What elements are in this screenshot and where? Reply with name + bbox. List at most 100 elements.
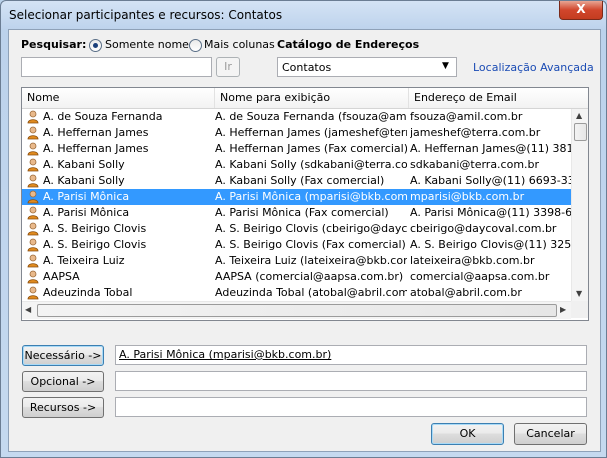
chevron-down-icon: ▼	[442, 61, 449, 71]
scroll-left-icon[interactable]: ◀	[25, 305, 31, 314]
optional-button[interactable]: Opcional ->	[22, 371, 104, 392]
scroll-down-icon[interactable]: ▼	[576, 289, 582, 298]
cell-name: A. Kabani Solly	[43, 158, 125, 171]
cell-email: A. Heffernan James@(11) 3819-	[410, 142, 571, 155]
cell-email: A. Parisi Mônica@(11) 3398-6846	[410, 206, 571, 219]
optional-field[interactable]	[115, 371, 587, 391]
address-book-label: Catálogo de Endereços	[277, 38, 420, 51]
scroll-corner	[571, 301, 588, 318]
table-row[interactable]: A. Kabani Solly A. Kabani Solly (sdkabani…	[22, 157, 571, 173]
window-title: Selecionar participantes e recursos: Con…	[9, 8, 283, 22]
table-row[interactable]: A. S. Beirigo Clovis A. S. Beirigo Clovis…	[22, 221, 571, 237]
cell-display-name: A. Heffernan James (jameshef@terra.com.b…	[215, 126, 407, 139]
table-row[interactable]: AAPSA AAPSA (comercial@aapsa.com.br) comer…	[22, 269, 571, 285]
table-row[interactable]: A. de Souza Fernanda A. de Souza Fernanda…	[22, 109, 571, 125]
advanced-find-link[interactable]: Localização Avançada	[473, 61, 594, 74]
cell-name: A. Parisi Mônica	[43, 190, 130, 203]
person-icon	[27, 238, 39, 252]
cell-display-name: AAPSA (comercial@aapsa.com.br)	[215, 270, 404, 283]
cell-display-name: A. Kabani Solly (sdkabani@terra.com.br)	[215, 158, 407, 171]
cell-name: A. Kabani Solly	[43, 174, 125, 187]
list-header: Nome Nome para exibição Endereço de Emai…	[22, 88, 588, 109]
resources-field[interactable]	[115, 397, 587, 417]
person-icon	[27, 190, 39, 204]
cell-name: A. Teixeira Luiz	[43, 254, 125, 267]
scroll-up-icon[interactable]: ▲	[576, 111, 582, 120]
cell-display-name: A. Kabani Solly (Fax comercial)	[215, 174, 385, 187]
cell-email: lateixeira@bkb.com.br	[410, 254, 535, 267]
cell-display-name: A. S. Beirigo Clovis (cbeirigo@daycoval.…	[215, 222, 407, 235]
cell-display-name: Adeuzinda Tobal (atobal@abril.com.br)	[215, 286, 407, 299]
person-icon	[27, 142, 39, 156]
person-icon	[27, 286, 39, 300]
column-header-display-name[interactable]: Nome para exibição	[215, 88, 409, 108]
cell-display-name: A. S. Beirigo Clovis (Fax comercial)	[215, 238, 406, 251]
vertical-scrollbar[interactable]: ▲ ▼	[571, 109, 588, 301]
table-row[interactable]: A. S. Beirigo Clovis A. S. Beirigo Clovis…	[22, 237, 571, 253]
go-button[interactable]: Ir	[216, 57, 240, 77]
contacts-list[interactable]: Nome Nome para exibição Endereço de Emai…	[21, 87, 589, 321]
column-header-email[interactable]: Endereço de Email	[409, 88, 588, 108]
cell-email: sdkabani@terra.com.br	[410, 158, 540, 171]
horizontal-scrollbar[interactable]: ◀ ▶	[22, 301, 571, 319]
search-input[interactable]	[21, 57, 212, 77]
ok-button[interactable]: OK	[431, 423, 504, 445]
radio-name-only[interactable]	[89, 39, 102, 52]
cell-display-name: A. Heffernan James (Fax comercial)	[215, 142, 407, 155]
dialog-client: Pesquisar: Somente nome Mais colunas Cat…	[8, 29, 601, 452]
person-icon	[27, 270, 39, 284]
radio-more-columns[interactable]	[189, 39, 202, 52]
cell-email: comercial@aapsa.com.br	[410, 270, 550, 283]
table-row[interactable]: A. Teixeira Luiz A. Teixeira Luiz (lateix…	[22, 253, 571, 269]
cell-display-name: A. Parisi Mônica (mparisi@bkb.com.br)	[215, 190, 407, 203]
person-icon	[27, 110, 39, 124]
cell-name: A. de Souza Fernanda	[43, 110, 163, 123]
person-icon	[27, 126, 39, 140]
cell-name: A. Heffernan James	[43, 126, 149, 139]
person-icon	[27, 206, 39, 220]
required-button[interactable]: Necessário ->	[22, 345, 104, 366]
title-bar[interactable]: Selecionar participantes e recursos: Con…	[1, 1, 606, 29]
close-button[interactable]: X	[559, 1, 603, 20]
person-icon	[27, 254, 39, 268]
cell-email: jameshef@terra.com.br	[410, 126, 541, 139]
scroll-right-icon[interactable]: ▶	[560, 305, 566, 314]
cell-email: mparisi@bkb.com.br	[410, 190, 525, 203]
cell-email: fsouza@amil.com.br	[410, 110, 523, 123]
table-row[interactable]: Adeuzinda Tobal Adeuzinda Tobal (atobal@a…	[22, 285, 571, 301]
person-icon	[27, 174, 39, 188]
table-row[interactable]: A. Parisi Mônica A. Parisi Mônica (Fax co…	[22, 205, 571, 221]
column-header-name[interactable]: Nome	[22, 88, 215, 108]
cell-name: A. Heffernan James	[43, 142, 149, 155]
radio-more-columns-label[interactable]: Mais colunas	[204, 38, 275, 51]
table-row[interactable]: A. Heffernan James A. Heffernan James (ja…	[22, 125, 571, 141]
cell-display-name: A. Teixeira Luiz (lateixeira@bkb.com.br)	[215, 254, 407, 267]
list-rows: A. de Souza Fernanda A. de Souza Fernanda…	[22, 109, 571, 301]
radio-name-only-label[interactable]: Somente nome	[105, 38, 189, 51]
cell-email: A. S. Beirigo Clovis@(11) 3258-4	[410, 238, 571, 251]
cell-email: atobal@abril.com.br	[410, 286, 522, 299]
vertical-scroll-thumb[interactable]	[574, 123, 587, 141]
cell-name: AAPSA	[43, 270, 80, 283]
cell-display-name: A. de Souza Fernanda (fsouza@amil.com.br…	[215, 110, 407, 123]
cell-name: A. S. Beirigo Clovis	[43, 222, 147, 235]
search-label: Pesquisar:	[21, 38, 87, 51]
address-book-selected: Contatos	[282, 61, 332, 74]
cell-name: A. Parisi Mônica	[43, 206, 130, 219]
cancel-button[interactable]: Cancelar	[514, 423, 587, 445]
cell-email: A. Kabani Solly@(11) 6693-3365	[410, 174, 571, 187]
person-icon	[27, 158, 39, 172]
cell-display-name: A. Parisi Mônica (Fax comercial)	[215, 206, 389, 219]
cell-email: cbeirigo@daycoval.com.br	[410, 222, 557, 235]
table-row[interactable]: A. Kabani Solly A. Kabani Solly (Fax come…	[22, 173, 571, 189]
table-row[interactable]: A. Heffernan James A. Heffernan James (Fa…	[22, 141, 571, 157]
required-field[interactable]: A. Parisi Mônica (mparisi@bkb.com.br)	[115, 345, 587, 365]
address-book-select[interactable]: Contatos ▼	[277, 57, 457, 77]
table-row[interactable]: A. Parisi Mônica A. Parisi Mônica (mparis…	[22, 189, 571, 205]
person-icon	[27, 222, 39, 236]
dialog-window: Selecionar participantes e recursos: Con…	[0, 0, 607, 458]
cell-name: A. S. Beirigo Clovis	[43, 238, 147, 251]
horizontal-scroll-thumb[interactable]	[37, 304, 557, 317]
resources-button[interactable]: Recursos ->	[22, 397, 104, 418]
cell-name: Adeuzinda Tobal	[43, 286, 133, 299]
